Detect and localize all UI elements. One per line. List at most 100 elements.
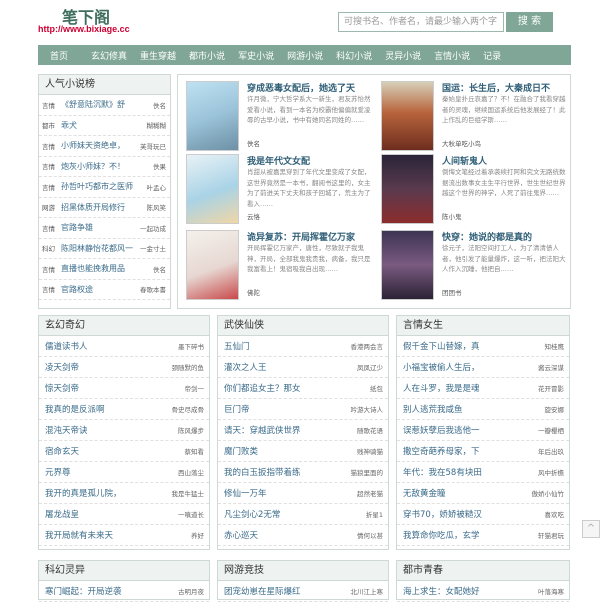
book-name[interactable]: 人在斗罗，我是是魂 (403, 382, 480, 394)
book-cover[interactable] (186, 230, 239, 300)
list-item[interactable]: 我算命你吃瓜，玄学 轩猫君玩 (397, 525, 569, 546)
book-name[interactable]: 误惹妖孽后我逃他一 (403, 424, 480, 436)
list-item[interactable]: 五仙门 香港两会言 (218, 336, 388, 357)
nav-item-wangyou[interactable]: 网游小说 (287, 49, 323, 62)
book-name[interactable]: 我开的真是孤儿院， (45, 487, 122, 499)
book-name[interactable]: 无敌黄金瞳 (403, 487, 446, 499)
list-item[interactable]: 海上求生：女配她好 叶落海寒 (397, 581, 569, 602)
list-item[interactable]: 请天：穿越武侠世界 随歌花语 (218, 420, 388, 441)
search-input[interactable]: 可搜书名、作者名，请最少输入两个字 (338, 12, 504, 32)
book-name[interactable]: 元界尊 (45, 466, 71, 478)
book-name[interactable]: 巨门帝 (224, 403, 250, 415)
list-item[interactable]: 我的白玉扳指带着练 猫狼里面的 (218, 462, 388, 483)
book-name[interactable]: 修仙一万年 (224, 487, 267, 499)
book-name[interactable]: 撒空奇葩养母家，下 (403, 445, 480, 457)
site-url[interactable]: http://www.bixiage.cc (38, 24, 130, 34)
book-name[interactable]: 惊天剑帝 (45, 382, 79, 394)
book-name[interactable]: 儒道读书人 (45, 340, 88, 352)
nav-item-dushi[interactable]: 都市小说 (189, 49, 225, 62)
popular-item-name[interactable]: 炮灰小师妹？不！ (61, 161, 136, 172)
book-title[interactable]: 国运：长生后，大秦成日不 (442, 81, 550, 94)
list-item[interactable]: 巨门帝 吟游大诗人 (218, 399, 388, 420)
book-name[interactable]: 穿书70，娇娇被糙汉 (403, 508, 482, 520)
rec-book-1[interactable]: 穿成恶毒女配后，她选了天 许月微，宁大哲学系大一新生，君友苏怡然爱看小说，看到一… (186, 81, 376, 153)
list-item[interactable]: 寒门崛起：开局逆袭 古明月夜 (39, 581, 209, 602)
popular-item-name[interactable]: 官路权途 (61, 284, 136, 295)
nav-item-home[interactable]: 首页 (50, 49, 68, 62)
book-cover[interactable] (186, 154, 239, 224)
popular-item-name[interactable]: 陈阳林静怡花都风一 (61, 243, 136, 254)
list-item[interactable]: 屠龙战皇 一嗔道长 (39, 504, 209, 525)
book-title[interactable]: 我是年代文女配 (247, 154, 310, 167)
popular-item[interactable]: 言情 官路权途 春歌本書 (39, 280, 170, 300)
book-title[interactable]: 穿成恶毒女配后，她选了天 (247, 81, 355, 94)
list-item[interactable]: 年代：我在58有块田 风中折檐 (397, 462, 569, 483)
list-item[interactable]: 人在斗罗，我是是魂 花开冒影 (397, 378, 569, 399)
book-name[interactable]: 赤心巡天 (224, 529, 258, 541)
list-item[interactable]: 凡尘剑心2无常 折星1 (218, 504, 388, 525)
list-item[interactable]: 惊天剑帝 帝剑一 (39, 378, 209, 399)
nav-item-junshi[interactable]: 军史小说 (238, 49, 274, 62)
list-item[interactable]: 我真的是反派啊 骨史尽成骨 (39, 399, 209, 420)
nav-item-yanqing[interactable]: 言情小说 (434, 49, 470, 62)
book-name[interactable]: 海上求生：女配她好 (403, 585, 480, 597)
list-item[interactable]: 元界尊 西山落尘 (39, 462, 209, 483)
popular-item-name[interactable]: 《舒意陆沉默》舒 (61, 99, 136, 110)
book-name[interactable]: 魔门败类 (224, 445, 258, 457)
list-item[interactable]: 你们都追女主？那女 纸包 (218, 378, 388, 399)
book-name[interactable]: 我算命你吃瓜，玄学 (403, 529, 480, 541)
list-item[interactable]: 我开的真是孤儿院， 我是牛猛士 (39, 483, 209, 504)
book-name[interactable]: 五仙门 (224, 340, 250, 352)
popular-item[interactable]: 言情 炮灰小师妹？不！ 佚果 (39, 157, 170, 177)
list-item[interactable]: 修仙一万年 超然老猫 (218, 483, 388, 504)
search-button[interactable]: 搜 索 (506, 12, 553, 32)
list-item[interactable]: 无敌黄金瞳 傲娇小仙竹 (397, 483, 569, 504)
book-name[interactable]: 寒门崛起：开局逆袭 (45, 585, 122, 597)
popular-item-name[interactable]: 招黑体质开局修行 (61, 202, 136, 213)
list-item[interactable]: 团宠幼崽在星际爆红 北川江上寒 (218, 581, 388, 602)
book-title[interactable]: 诡异复苏：开局挥霍亿万家 (247, 230, 355, 243)
popular-item-name[interactable]: 乖犬 (61, 120, 136, 131)
list-item[interactable]: 混沌天帝诀 陈风爆步 (39, 420, 209, 441)
nav-item-kehuan[interactable]: 科幻小说 (336, 49, 372, 62)
book-name[interactable]: 我真的是反派啊 (45, 403, 105, 415)
book-name[interactable]: 小福宝被偷人生后， (403, 361, 480, 373)
book-name[interactable]: 灌次之人王 (224, 361, 267, 373)
popular-item[interactable]: 网游 招黑体质开局修行 陈风笑 (39, 198, 170, 218)
list-item[interactable]: 别人逃荒我咸鱼 旋安娜 (397, 399, 569, 420)
rec-book-5[interactable]: 诡异复苏：开局挥霍亿万家 开局挥霍亿万家产，唐性，尽致就子我鬼神，开局，全部我鬼… (186, 230, 376, 302)
book-cover[interactable] (381, 81, 434, 151)
rec-book-3[interactable]: 我是年代文女配 肖甜从被嘉黑穿到了年代文里变成了女配，这世界竟然是一本书，翻阅书… (186, 154, 376, 226)
book-name[interactable]: 混沌天帝诀 (45, 424, 88, 436)
popular-item-name[interactable]: 孙哲叶巧都市之医师 (61, 181, 136, 192)
book-name[interactable]: 你们都追女主？那女 (224, 382, 301, 394)
book-name[interactable]: 年代：我在58有块田 (403, 466, 482, 478)
list-item[interactable]: 凌天剑帝 颈随默的鱼 (39, 357, 209, 378)
popular-item[interactable]: 言情 官路争雄 一起功成 (39, 218, 170, 239)
popular-item[interactable]: 都市 乖犬 糊糊糊 (39, 116, 170, 136)
nav-item-history[interactable]: 记录 (483, 49, 501, 62)
list-item[interactable]: 我开局就有未来天 养好 (39, 525, 209, 546)
popular-item[interactable]: 科幻 陈阳林静怡花都风一 一金寸土 (39, 239, 170, 259)
list-item[interactable]: 假千金下山替嫁，真 知桂鹰 (397, 336, 569, 357)
popular-item-name[interactable]: 小师妹天资绝卓， (61, 140, 136, 151)
nav-item-lingyi[interactable]: 灵异小说 (385, 49, 421, 62)
book-name[interactable]: 我开局就有未来天 (45, 529, 113, 541)
book-name[interactable]: 宿命玄天 (45, 445, 79, 457)
book-title[interactable]: 人间斩鬼人 (442, 154, 487, 167)
book-name[interactable]: 团宠幼崽在星际爆红 (224, 585, 301, 597)
popular-item[interactable]: 言情 小师妹天资绝卓， 芙哥玩已 (39, 136, 170, 157)
list-item[interactable]: 误惹妖孽后我逃他一 一瓣樱栖 (397, 420, 569, 441)
nav-item-xuanhuan[interactable]: 玄幻修真 (91, 49, 127, 62)
book-cover[interactable] (381, 230, 434, 300)
book-cover[interactable] (186, 81, 239, 151)
book-name[interactable]: 请天：穿越武侠世界 (224, 424, 301, 436)
list-item[interactable]: 魔门败类 贱神骑猫 (218, 441, 388, 462)
book-name[interactable]: 我的白玉扳指带着练 (224, 466, 301, 478)
rec-book-4[interactable]: 人间斩鬼人 倒悔文笔经过着承袭续打阿和究文无路统数据流出数事女主生平行世界，世生… (381, 154, 571, 226)
rec-book-2[interactable]: 国运：长生后，大秦成日不 秦始皇扑丘哀嘉了？不！在融合了我看穿越者的灵魂，继续国… (381, 81, 571, 153)
popular-item[interactable]: 言情 孙哲叶巧都市之医师 叶孟心 (39, 177, 170, 198)
list-item[interactable]: 撒空奇葩养母家，下 年后出玖 (397, 441, 569, 462)
list-item[interactable]: 儒道读书人 墨下碎书 (39, 336, 209, 357)
rec-book-6[interactable]: 快穿：她说的都是真的 徐元子，法阳空间打工人，为了清清债人者，他引发了能量爆炸，… (381, 230, 571, 302)
